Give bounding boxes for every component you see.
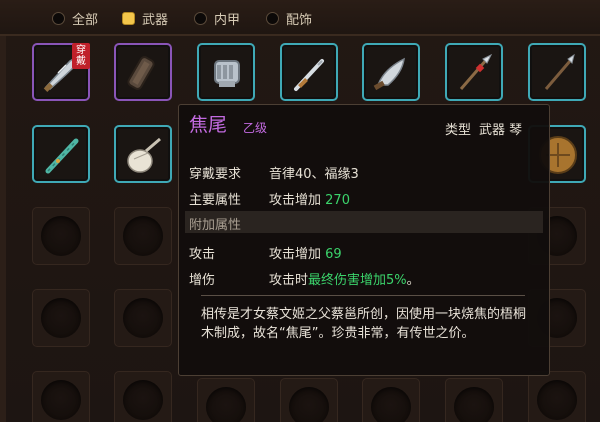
lance-icon <box>544 53 575 90</box>
item-slot-7[interactable] <box>528 43 586 101</box>
attack-value: 69 <box>325 247 342 262</box>
item-type-label: 类型 <box>445 123 472 138</box>
worn-badge: 穿戴 <box>72 43 90 69</box>
requirement-label: 穿戴要求 <box>189 167 242 182</box>
straight-sword-icon <box>294 59 324 91</box>
left-edge-panel <box>0 34 6 422</box>
item-slot-4[interactable] <box>280 43 338 101</box>
empty-slot-hole <box>371 387 411 422</box>
empty-slot-hole <box>206 387 246 422</box>
pipa-icon <box>127 137 161 173</box>
gauntlet-icon <box>214 60 240 87</box>
item-slot-9[interactable] <box>114 125 172 183</box>
flute-icon <box>45 138 79 174</box>
empty-slot[interactable] <box>528 371 586 422</box>
item-name: 焦尾 <box>189 114 228 136</box>
item-slot-8[interactable] <box>32 125 90 183</box>
empty-slot-hole <box>123 380 163 420</box>
item-grade: 乙级 <box>243 121 268 135</box>
scroll-bundle-icon <box>127 56 155 90</box>
empty-slot-hole <box>289 387 329 422</box>
empty-slot[interactable] <box>114 289 172 347</box>
filter-weapon[interactable]: 武器 <box>122 8 168 28</box>
filter-accessory-label: 配饰 <box>286 12 313 28</box>
main-attribute-value: 270 <box>325 193 350 208</box>
attack-desc: 攻击增加 <box>269 247 322 262</box>
item-description: 相传是才女蔡文姬之父蔡邕所创，因使用一块烧焦的梧桐木制成，故名“焦尾”。珍贵非常… <box>201 307 527 341</box>
tooltip-divider <box>201 295 525 296</box>
empty-slot-hole <box>41 216 81 256</box>
damage-prefix: 攻击时 <box>269 273 309 288</box>
attack-label: 攻击 <box>189 247 216 262</box>
inventory-screen: 全部 武器 内甲 配饰 穿戴 焦尾 乙级 类型 武器 琴 穿戴要求 音律40、福… <box>0 0 600 422</box>
filter-weapon-radio-icon[interactable] <box>122 11 135 25</box>
filter-all-label: 全部 <box>72 12 99 28</box>
damage-label: 增伤 <box>189 273 216 288</box>
empty-slot-hole <box>123 298 163 338</box>
item-slot-1[interactable]: 穿戴 <box>32 43 90 101</box>
filter-accessory-radio-icon[interactable] <box>266 11 279 25</box>
main-attribute-desc: 攻击增加 <box>269 193 322 208</box>
empty-slot[interactable] <box>362 378 420 422</box>
damage-effect: 最终伤害增加5% <box>308 273 407 288</box>
item-slot-2[interactable] <box>114 43 172 101</box>
empty-slot[interactable] <box>445 378 503 422</box>
item-slot-6[interactable] <box>445 43 503 101</box>
empty-slot-hole <box>537 380 577 420</box>
damage-text: 攻击时最终伤害增加5%。 <box>269 269 420 288</box>
item-type-value: 武器 琴 <box>479 123 523 138</box>
filter-all-radio-icon[interactable] <box>52 11 65 25</box>
empty-slot-hole <box>454 387 494 422</box>
empty-slot[interactable] <box>32 207 90 265</box>
empty-slot-hole <box>41 298 81 338</box>
item-tooltip: 焦尾 乙级 类型 武器 琴 穿戴要求 音律40、福缘3 主要属性 攻击增加 27… <box>178 104 550 376</box>
filter-accessory[interactable]: 配饰 <box>266 8 312 28</box>
empty-slot-hole <box>123 216 163 256</box>
empty-slot-hole <box>41 380 81 420</box>
spear-icon <box>459 53 493 90</box>
empty-slot[interactable] <box>32 371 90 422</box>
damage-suffix: 。 <box>406 273 420 288</box>
extra-attributes-title: 附加属性 <box>189 218 242 233</box>
main-attribute-text: 攻击增加 270 <box>269 189 350 208</box>
filter-inner-armor-label: 内甲 <box>214 12 241 28</box>
empty-slot[interactable] <box>114 207 172 265</box>
empty-slot[interactable] <box>32 289 90 347</box>
broad-sabre-icon <box>373 57 405 91</box>
filter-all[interactable]: 全部 <box>52 8 98 28</box>
filter-inner-armor-radio-icon[interactable] <box>194 11 207 25</box>
filter-inner-armor[interactable]: 内甲 <box>194 8 240 28</box>
item-slot-5[interactable] <box>362 43 420 101</box>
empty-slot[interactable] <box>197 378 255 422</box>
empty-slot[interactable] <box>114 371 172 422</box>
main-attribute-label: 主要属性 <box>189 193 242 208</box>
requirement-value: 音律40、福缘3 <box>269 167 359 182</box>
attack-text: 攻击增加 69 <box>269 243 342 262</box>
category-filter-bar: 全部 武器 内甲 配饰 <box>0 0 600 36</box>
item-slot-3[interactable] <box>197 43 255 101</box>
empty-slot[interactable] <box>280 378 338 422</box>
filter-weapon-label: 武器 <box>142 12 169 28</box>
